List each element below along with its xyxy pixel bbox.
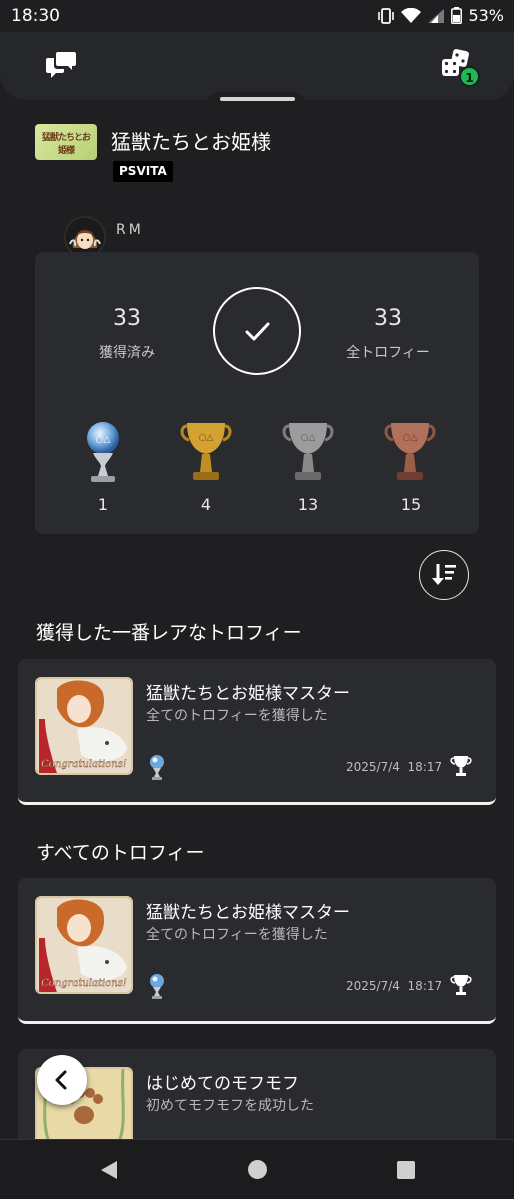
status-time: 18:30 [11, 6, 60, 26]
trophy-image: Congratulations! [35, 896, 133, 994]
trophy-name: 猛獣たちとお姫様マスター [146, 684, 350, 704]
svg-text:○△: ○△ [96, 435, 111, 445]
chat-bubbles-icon[interactable] [44, 50, 78, 80]
earned-time-value: 18:17 [407, 760, 443, 774]
sort-button[interactable] [419, 550, 469, 600]
gold-trophy-icon: ○△ [179, 420, 233, 484]
trophy-list-item[interactable]: Congratulations! 猛獣たちとお姫様マスター 全てのトロフィーを獲… [18, 878, 496, 1024]
trophy-description: 初めてモフモフを成功した [146, 1098, 314, 1114]
user-name: RM [116, 222, 144, 238]
svg-text:○△: ○△ [199, 433, 214, 443]
vibrate-icon [378, 7, 395, 24]
rarest-section-title: 獲得した一番レアなトロフィー [36, 622, 302, 644]
trophy-image-caption: Congratulations! [41, 978, 127, 989]
platinum-count: 1 [97, 495, 109, 514]
earned-date: 2025/7/4 18:17 [346, 760, 442, 774]
earned-date-value: 2025/7/4 [346, 979, 400, 993]
earned-label: 獲得済み [99, 345, 155, 361]
status-bar: 18:30 53% [0, 0, 514, 32]
total-count: 33 [374, 306, 402, 331]
game-title: 猛獣たちとお姫様 [111, 130, 271, 154]
platinum-trophy-icon: ○△ [76, 420, 130, 484]
trophy-cup-icon [450, 974, 472, 996]
trophy-name: はじめてのモフモフ [146, 1074, 299, 1094]
svg-text:○△: ○△ [301, 433, 316, 443]
nav-home-icon[interactable] [248, 1160, 267, 1179]
drag-handle[interactable] [220, 97, 295, 101]
bronze-count: 15 [400, 495, 422, 514]
trophy-name: 猛獣たちとお姫様マスター [146, 903, 350, 923]
trophy-cup-icon [450, 755, 472, 777]
completed-check-icon [213, 287, 301, 375]
bronze-trophy-icon: ○△ [383, 420, 437, 484]
nav-back-icon[interactable] [100, 1160, 118, 1180]
signal-icon [428, 8, 445, 23]
sort-descending-icon [432, 564, 456, 585]
platform-badge: PSVITA [113, 161, 173, 182]
platinum-trophy-icon [146, 972, 168, 1000]
total-label: 全トロフィー [346, 345, 430, 361]
silver-count: 13 [297, 495, 319, 514]
battery-icon [451, 7, 463, 24]
game-thumbnail: 猛獣たちとお姫様 [35, 124, 97, 160]
status-icons: 53% [377, 6, 504, 25]
svg-text:○△: ○△ [403, 433, 418, 443]
nav-recents-icon[interactable] [397, 1161, 415, 1179]
silver-trophy-icon: ○△ [281, 420, 335, 484]
earned-time-value: 18:17 [407, 979, 443, 993]
wifi-icon [401, 7, 422, 23]
earned-date: 2025/7/4 18:17 [346, 979, 442, 993]
notification-badge: 1 [459, 66, 480, 87]
platinum-trophy-icon [146, 753, 168, 781]
battery-percent: 53% [468, 6, 504, 25]
back-button[interactable] [37, 1055, 87, 1105]
chevron-left-icon [55, 1070, 67, 1090]
earned-date-value: 2025/7/4 [346, 760, 400, 774]
trophy-list-item[interactable]: はじめてのモフモフ 初めてモフモフを成功した [18, 1049, 496, 1141]
gold-count: 4 [200, 495, 212, 514]
rarest-trophy-card[interactable]: Congratulations! 猛獣たちとお姫様マスター 全てのトロフィーを獲… [18, 659, 496, 805]
trophy-image-caption: Congratulations! [41, 759, 127, 770]
earned-count: 33 [113, 306, 141, 331]
trophy-image: Congratulations! [35, 677, 133, 775]
trophy-description: 全てのトロフィーを獲得した [146, 927, 328, 943]
trophy-description: 全てのトロフィーを獲得した [146, 708, 328, 724]
all-trophies-section-title: すべてのトロフィー [36, 842, 205, 864]
game-thumbnail-text: 猛獣たちとお姫様 [41, 133, 91, 156]
